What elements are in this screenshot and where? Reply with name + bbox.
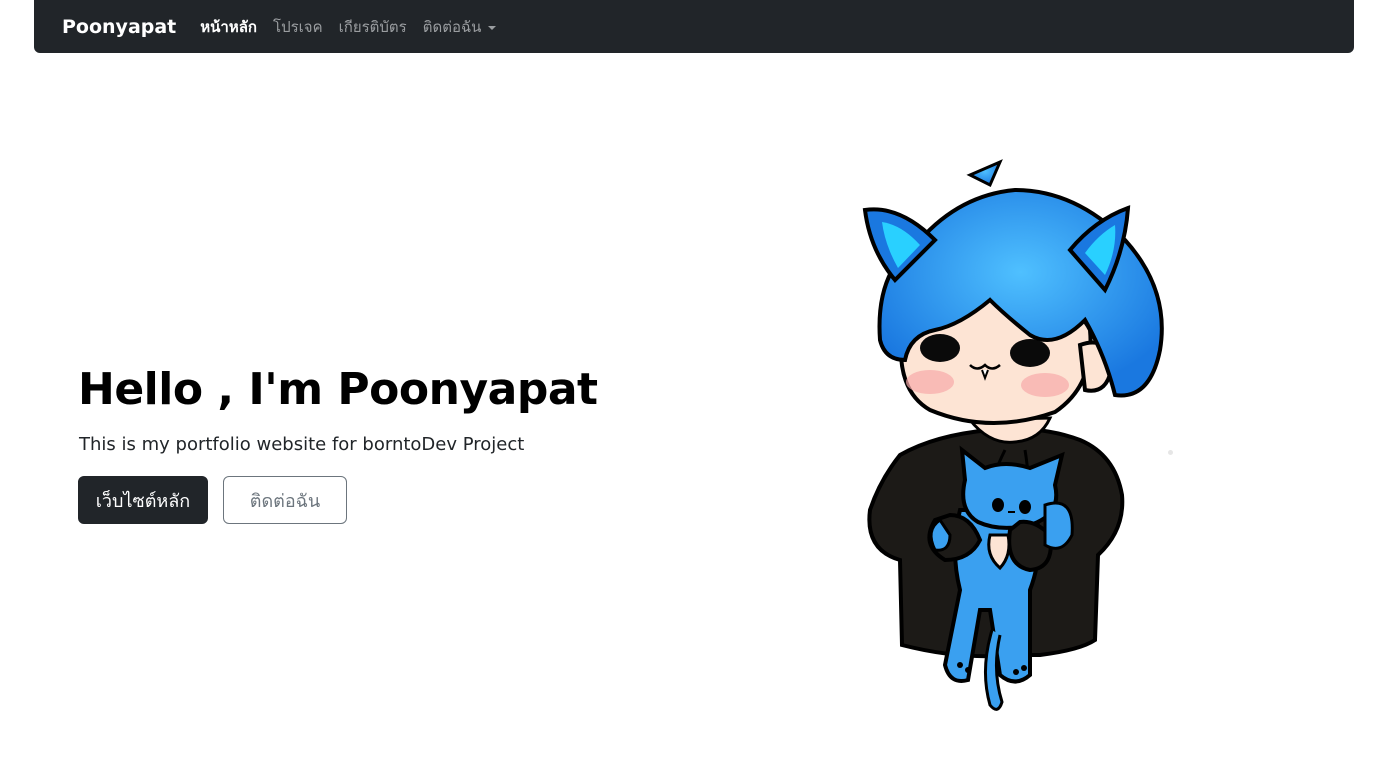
nav-item-projects[interactable]: โปรเจค xyxy=(273,15,323,39)
top-navbar: Poonyapat หน้าหลัก โปรเจค เกียรติบัตร ติ… xyxy=(34,0,1354,53)
chevron-down-icon xyxy=(488,25,497,30)
contact-me-button[interactable]: ติดต่อฉัน xyxy=(223,476,347,524)
chibi-avatar-illustration xyxy=(862,159,1164,711)
main-website-button[interactable]: เว็บไซต์หลัก xyxy=(78,476,208,524)
hero-subtitle: This is my portfolio website for borntoD… xyxy=(79,434,525,455)
navbar-brand[interactable]: Poonyapat xyxy=(62,16,176,38)
nav-item-contact-dropdown[interactable]: ติดต่อฉัน xyxy=(423,15,497,39)
nav-item-certificates[interactable]: เกียรติบัตร xyxy=(339,15,407,39)
nav-item-contact-label: ติดต่อฉัน xyxy=(422,17,482,36)
hero-title: Hello , I'm Poonyapat xyxy=(78,364,598,415)
nav-item-home[interactable]: หน้าหลัก xyxy=(200,15,257,39)
